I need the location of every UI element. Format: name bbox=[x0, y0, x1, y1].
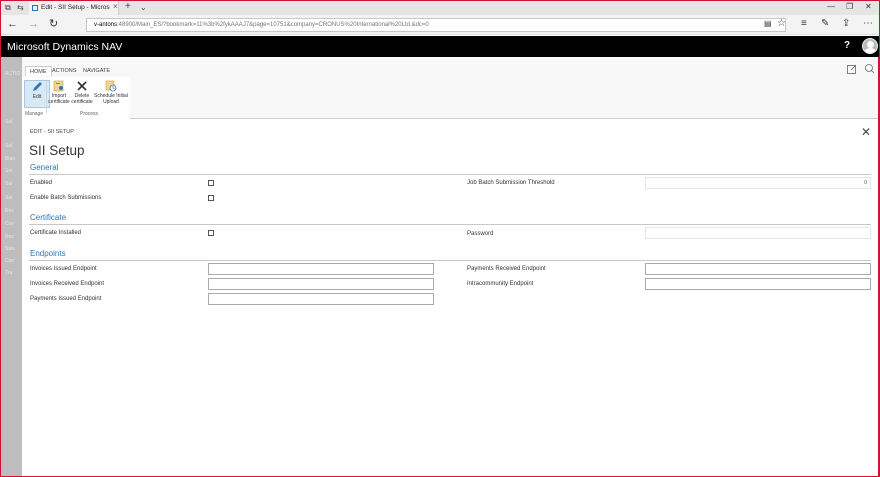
restore-icon[interactable]: ❐ bbox=[846, 2, 853, 11]
left-panel-item[interactable]: Sal bbox=[5, 181, 12, 187]
left-panel-item[interactable]: Blan bbox=[5, 156, 15, 162]
left-panel-item[interactable]: Con bbox=[5, 258, 14, 264]
close-page-icon[interactable]: ✕ bbox=[861, 126, 871, 138]
share-icon[interactable]: ⇪ bbox=[842, 18, 850, 30]
section-divider bbox=[29, 174, 871, 175]
tab-list-chevron-icon[interactable]: ⌄ bbox=[140, 3, 147, 13]
minimize-icon[interactable]: — bbox=[827, 2, 835, 11]
back-arrow-icon[interactable]: ← bbox=[7, 19, 18, 30]
delete-certificate-button[interactable]: Delete certificate bbox=[69, 80, 95, 105]
left-panel-item: ACTIO bbox=[5, 71, 21, 77]
password-label: Password bbox=[467, 231, 494, 237]
notes-icon[interactable] bbox=[846, 63, 858, 75]
left-panel-item[interactable]: Con bbox=[5, 221, 14, 227]
intracommunity-endpoint-input[interactable] bbox=[645, 278, 871, 290]
left-panel-item[interactable]: Sal bbox=[5, 168, 12, 174]
more-menu-icon[interactable]: ⋯ bbox=[863, 18, 873, 30]
enabled-label: Enabled bbox=[30, 180, 53, 186]
left-panel-item[interactable]: Sal bbox=[5, 119, 12, 125]
reading-view-icon[interactable]: ▤ bbox=[764, 18, 772, 30]
delete-certificate-label-2: certificate bbox=[71, 99, 93, 105]
ribbon: HOME ACTIONS NAVIGATE Edit Manage Import… bbox=[22, 57, 879, 119]
payments-received-endpoint-input[interactable] bbox=[645, 263, 871, 275]
refresh-icon[interactable]: ↻ bbox=[49, 19, 58, 30]
certificate-installed-checkbox[interactable] bbox=[208, 230, 214, 236]
job-batch-threshold-value: 0 bbox=[863, 180, 867, 186]
browser-address-bar: ← → ↻ v-antons:48900/Main_ES/?bookmark=1… bbox=[1, 15, 879, 35]
section-title-certificate[interactable]: Certificate bbox=[30, 213, 66, 222]
left-navigation-panel: ACTIO Sal Sal Blan Sal Sal Sal Rec Con R… bbox=[1, 57, 22, 476]
group-label-process: Process bbox=[80, 111, 99, 117]
schedule-initial-upload-button[interactable]: Schedule Initial Upload bbox=[93, 80, 129, 105]
left-panel-item[interactable]: Rec bbox=[5, 234, 14, 240]
password-input[interactable] bbox=[645, 227, 871, 239]
tab-title: Edit - SII Setup - Micros bbox=[41, 4, 110, 11]
enable-batch-submissions-label: Enable Batch Submissions bbox=[30, 195, 102, 201]
payments-issued-endpoint-input[interactable] bbox=[208, 293, 434, 305]
left-panel-item[interactable]: Rec bbox=[5, 208, 14, 214]
url-input[interactable]: v-antons:48900/Main_ES/?bookmark=11%3b%2… bbox=[86, 18, 786, 32]
app-header: Microsoft Dynamics NAV ? bbox=[1, 36, 879, 57]
left-panel-item[interactable]: Tra bbox=[5, 270, 12, 276]
import-certificate-label-2: certificate bbox=[48, 99, 70, 105]
url-host: v-antons bbox=[94, 22, 118, 28]
section-title-endpoints[interactable]: Endpoints bbox=[30, 249, 66, 258]
forward-arrow-icon[interactable]: → bbox=[28, 19, 39, 30]
enable-batch-submissions-checkbox[interactable] bbox=[208, 195, 214, 201]
tab-manager-icon[interactable]: ⧉ bbox=[5, 3, 11, 13]
tab-favicon-icon bbox=[32, 5, 38, 11]
invoices-issued-endpoint-input[interactable] bbox=[208, 263, 434, 275]
browser-tab-bar: ⧉ ⇆ Edit - SII Setup - Micros × + ⌄ — ❐ … bbox=[1, 1, 879, 15]
new-tab-icon[interactable]: + bbox=[125, 2, 131, 12]
tab-preview-icon[interactable]: ⇆ bbox=[17, 3, 24, 13]
enabled-checkbox[interactable] bbox=[208, 180, 214, 186]
payments-received-endpoint-label: Payments Received Endpoint bbox=[467, 266, 546, 272]
invoices-received-endpoint-input[interactable] bbox=[208, 278, 434, 290]
browser-tab-active[interactable]: Edit - SII Setup - Micros bbox=[29, 1, 119, 15]
tab-home[interactable]: HOME bbox=[25, 66, 52, 76]
intracommunity-endpoint-label: Intracommunity Endpoint bbox=[467, 281, 534, 287]
section-divider bbox=[29, 260, 871, 261]
certificate-installed-label: Certificate Installed bbox=[30, 230, 82, 236]
favorite-star-icon[interactable]: ☆ bbox=[777, 18, 786, 30]
user-avatar[interactable] bbox=[862, 38, 878, 54]
left-panel-item[interactable]: Sale bbox=[5, 246, 15, 252]
web-note-icon[interactable]: ✎ bbox=[821, 18, 829, 30]
tab-close-icon[interactable]: × bbox=[113, 2, 118, 11]
url-path: :48900/Main_ES/?bookmark=11%3b%2fykAAAJ7… bbox=[117, 22, 429, 28]
help-button[interactable]: ? bbox=[844, 40, 850, 51]
url-text: v-antons:48900/Main_ES/?bookmark=11%3b%2… bbox=[94, 22, 429, 28]
invoices-issued-endpoint-label: Invoices Issued Endpoint bbox=[30, 266, 97, 272]
links-icon[interactable] bbox=[864, 63, 876, 75]
edit-button-label: Edit bbox=[32, 94, 42, 100]
app-title: Microsoft Dynamics NAV bbox=[7, 41, 123, 53]
group-label-manage: Manage bbox=[25, 111, 44, 117]
section-divider bbox=[29, 224, 871, 225]
pencil-icon bbox=[33, 82, 42, 91]
job-batch-threshold-input[interactable]: 0 bbox=[645, 177, 871, 189]
job-batch-threshold-label: Job Batch Submission Threshold bbox=[467, 180, 555, 186]
delete-x-icon bbox=[77, 81, 87, 91]
tab-navigate[interactable]: NAVIGATE bbox=[83, 68, 110, 74]
window-border-right bbox=[878, 57, 879, 476]
schedule-upload-icon bbox=[105, 80, 117, 92]
schedule-upload-label-2: Upload bbox=[103, 99, 119, 105]
left-panel-item[interactable]: Sal bbox=[5, 143, 12, 149]
page-title: SII Setup bbox=[29, 143, 85, 158]
payments-issued-endpoint-label: Payments Issued Endpoint bbox=[30, 296, 102, 302]
favorites-hub-icon[interactable]: ≡ bbox=[801, 18, 807, 30]
avatar-head-icon bbox=[867, 41, 874, 48]
tab-actions[interactable]: ACTIONS bbox=[52, 68, 76, 74]
import-certificate-icon bbox=[53, 80, 64, 92]
breadcrumb: EDIT - SII SETUP bbox=[30, 129, 74, 135]
window-close-icon[interactable]: ✕ bbox=[865, 2, 872, 11]
avatar-body-icon bbox=[864, 48, 877, 53]
left-panel-item[interactable]: Sal bbox=[5, 195, 12, 201]
invoices-received-endpoint-label: Invoices Received Endpoint bbox=[30, 281, 105, 287]
section-title-general[interactable]: General bbox=[30, 163, 58, 172]
